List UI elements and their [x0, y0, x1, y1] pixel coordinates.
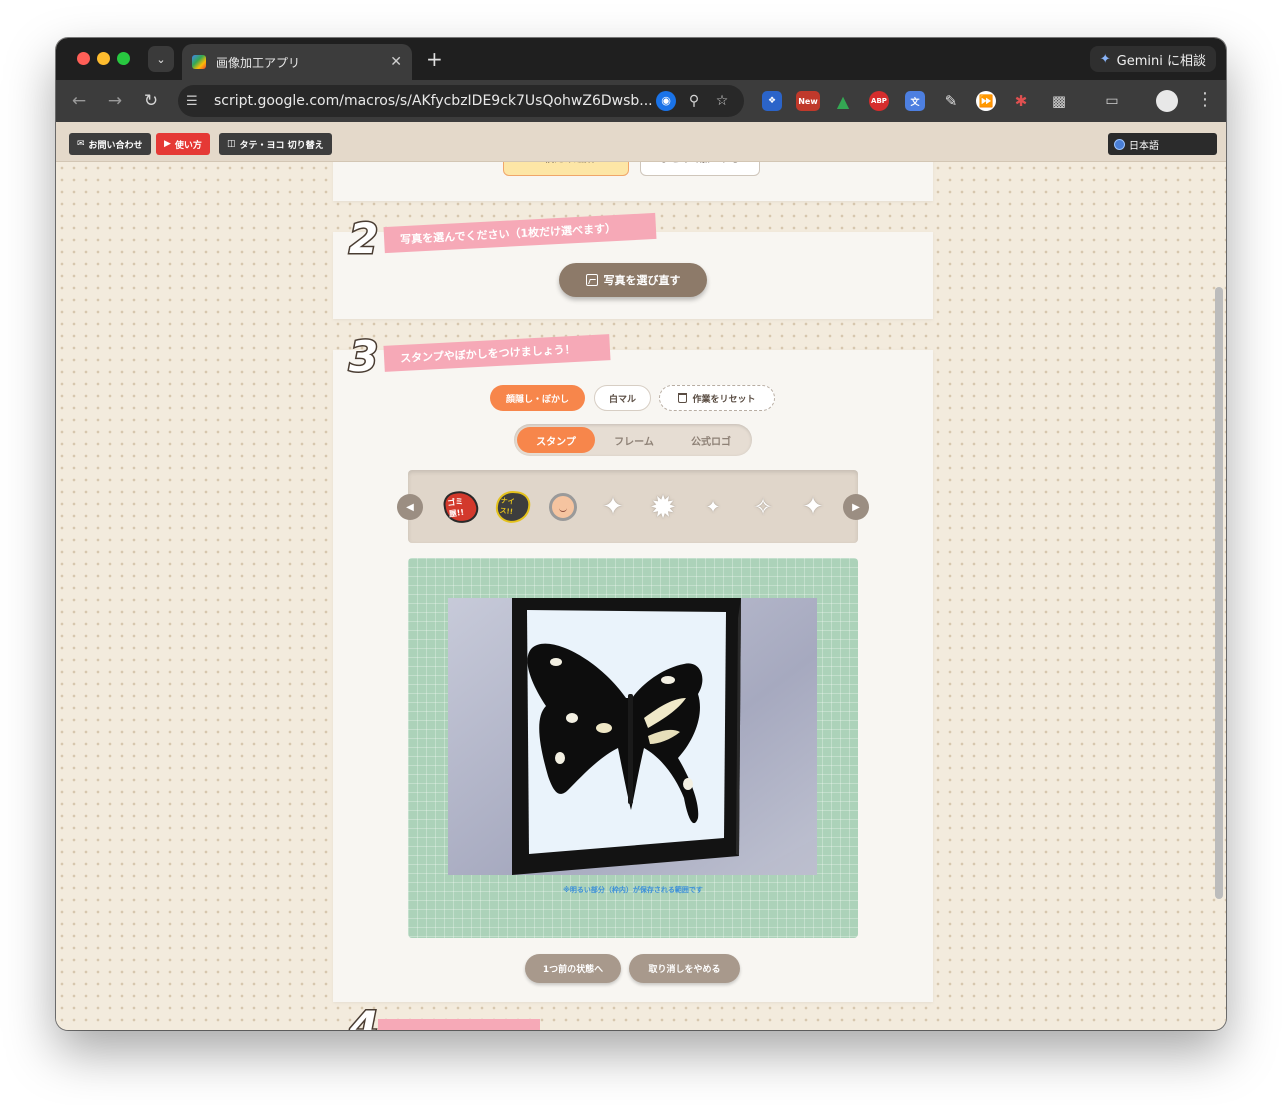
browser-window: ⌄ 画像加工アプリ ✕ + ✦ Gemini に相談 ← → ↻ ☰ scrip… — [56, 38, 1226, 1030]
step1-card: 1枚だけ編集 まとめて加工する — [333, 162, 933, 201]
single-edit-option[interactable]: 1枚だけ編集 — [503, 162, 629, 176]
redo-cancel-undo-button[interactable]: 取り消しをやめる — [629, 954, 740, 983]
language-label: 日本語 — [1129, 140, 1159, 152]
app-header-bar: ✉ お問い合わせ ▶ 使い方 ◫ タテ・ヨコ 切り替え 日本語 — [56, 122, 1226, 162]
howto-button[interactable]: ▶ 使い方 — [156, 133, 210, 155]
translate-icon[interactable]: 文 — [905, 91, 925, 111]
contact-label: お問い合わせ — [88, 140, 143, 151]
close-window-button[interactable] — [77, 52, 90, 65]
tab-close-icon[interactable]: ✕ — [390, 54, 402, 70]
rotate-orientation-icon: ◫ — [227, 139, 236, 149]
skip-forward-icon[interactable]: ⏩ — [976, 91, 996, 111]
reset-label: 作業をリセット — [692, 394, 756, 405]
tab-search-chevron-icon[interactable]: ⌄ — [148, 46, 174, 72]
step3-number: 3 — [347, 331, 379, 383]
sparkle-star-icon[interactable]: ✦ — [796, 490, 830, 524]
undo-button[interactable]: 1つ前の状態へ — [525, 954, 621, 983]
grandma-face-icon — [549, 493, 577, 521]
mail-icon: ✉ — [77, 139, 85, 149]
tab-stamp[interactable]: スタンプ — [517, 427, 595, 453]
zoom-magnifier-icon[interactable]: ⚲ — [680, 93, 708, 109]
sparkle-small-icon[interactable]: ✦ — [696, 490, 730, 524]
url-text[interactable]: script.google.com/macros/s/AKfycbzIDE9ck… — [214, 93, 652, 109]
photo-editor-canvas[interactable]: ※明るい部分（枠内）が保存される範囲です — [408, 558, 858, 938]
eyedropper-icon[interactable]: ✎ — [941, 91, 961, 111]
sparkle-burst-icon[interactable]: ✹ — [646, 488, 680, 526]
minimize-window-button[interactable] — [97, 52, 110, 65]
reload-icon[interactable]: ↻ — [139, 89, 163, 113]
page-scrollbar[interactable] — [1215, 287, 1223, 899]
step4-title-ribbon — [378, 1019, 540, 1030]
step4-number: 4 — [347, 1001, 379, 1031]
sparkle-cross-icon[interactable]: ✧ — [746, 490, 780, 524]
browser-toolbar: ← → ↻ ☰ script.google.com/macros/s/AKfyc… — [56, 80, 1226, 122]
profile-avatar[interactable] — [1156, 90, 1178, 112]
back-arrow-icon[interactable]: ← — [67, 89, 91, 113]
carousel-prev-arrow-icon[interactable]: ◀ — [397, 494, 423, 520]
language-select[interactable]: 日本語 — [1108, 133, 1217, 155]
step3-card: 顔隠し・ぼかし 白マル 作業をリセット スタンプ フレーム 公式ロゴ ◀ ゴミ屋… — [333, 350, 933, 1002]
extension-new-badge-icon[interactable]: New — [796, 91, 820, 111]
globe-icon — [1114, 138, 1125, 150]
carousel-next-arrow-icon[interactable]: ▶ — [843, 494, 869, 520]
stamp-grandma-icon[interactable] — [546, 490, 580, 524]
sparkle-thin-icon[interactable]: ✦ — [596, 490, 630, 524]
orientation-label: タテ・ヨコ 切り替え — [239, 140, 324, 151]
new-tab-plus-icon[interactable]: + — [426, 47, 443, 71]
uploaded-photo[interactable] — [448, 598, 817, 875]
tab-strip: ⌄ 画像加工アプリ ✕ + ✦ Gemini に相談 — [56, 38, 1226, 80]
tab-title: 画像加工アプリ — [216, 55, 301, 70]
adblock-plus-icon[interactable]: ABP — [869, 91, 889, 111]
youtube-play-icon: ▶ — [164, 139, 171, 149]
contact-button[interactable]: ✉ お問い合わせ — [69, 133, 151, 155]
image-icon — [585, 274, 598, 286]
google-drive-icon[interactable]: ▲ — [833, 91, 853, 111]
stamp-burst-red-icon[interactable]: ゴミ屋!! — [441, 488, 481, 526]
stamp-category-tabs: スタンプ フレーム 公式ロゴ — [514, 424, 752, 456]
gemini-button[interactable]: ✦ Gemini に相談 — [1089, 46, 1216, 72]
save-area-note: ※明るい部分（枠内）が保存される範囲です — [563, 886, 703, 894]
device-cast-icon[interactable]: ▭ — [1102, 91, 1122, 111]
apps-script-favicon-icon — [192, 55, 206, 69]
stamp-text-2: ナイス!! — [494, 489, 532, 525]
more-menu-kebab-icon[interactable]: ⋮ — [1196, 89, 1214, 110]
browser-tab-active[interactable]: 画像加工アプリ ✕ — [182, 44, 412, 80]
face-blur-tool-button[interactable]: 顔隠し・ぼかし — [490, 385, 585, 411]
gemini-label: Gemini に相談 — [1116, 53, 1206, 69]
dancer-figure-icon[interactable]: ✱ — [1011, 91, 1031, 111]
tab-frame[interactable]: フレーム — [596, 427, 672, 453]
abp-text: ABP — [871, 97, 887, 105]
orientation-toggle-button[interactable]: ◫ タテ・ヨコ 切り替え — [219, 133, 332, 155]
address-bar[interactable]: ☰ script.google.com/macros/s/AKfycbzIDE9… — [178, 85, 744, 117]
batch-edit-option[interactable]: まとめて加工する — [640, 162, 760, 176]
stamp-burst-gold-icon[interactable]: ナイス!! — [494, 489, 532, 525]
stamp-text-1: ゴミ屋!! — [441, 488, 481, 526]
bookmark-star-icon[interactable]: ☆ — [708, 93, 736, 109]
reselect-label: 写真を選び直す — [603, 274, 681, 287]
page-content[interactable]: 1枚だけ編集 まとめて加工する 写真を選び直す 写真を選んでください（1枚だけ選… — [56, 162, 1226, 1030]
site-info-tune-icon[interactable]: ☰ — [186, 94, 208, 109]
step2-number: 2 — [347, 213, 379, 265]
zoom-window-button[interactable] — [117, 52, 130, 65]
butterfly-frame-photo — [448, 598, 817, 875]
google-lens-icon[interactable]: ◉ — [652, 91, 680, 111]
white-circle-tool-button[interactable]: 白マル — [594, 385, 651, 411]
trash-icon — [678, 393, 688, 403]
reselect-photo-button[interactable]: 写真を選び直す — [559, 263, 707, 297]
gemini-sparkle-icon: ✦ — [1099, 51, 1111, 67]
stamp-carousel: ◀ ゴミ屋!! ナイス!! ✦ ✹ ✦ ✧ ✦ ▶ — [397, 470, 869, 543]
extensions-puzzle-icon[interactable]: ▩ — [1049, 91, 1069, 111]
extension-puzzle-blue-icon[interactable]: ❖ — [762, 91, 782, 111]
new-badge-text: New — [798, 96, 818, 106]
reset-work-button[interactable]: 作業をリセット — [659, 385, 775, 411]
forward-arrow-icon[interactable]: → — [103, 89, 127, 113]
tab-official-logo[interactable]: 公式ロゴ — [672, 427, 750, 453]
howto-label: 使い方 — [174, 140, 202, 151]
step3-title: スタンプやぼかしをつけましょう！ — [399, 342, 576, 366]
